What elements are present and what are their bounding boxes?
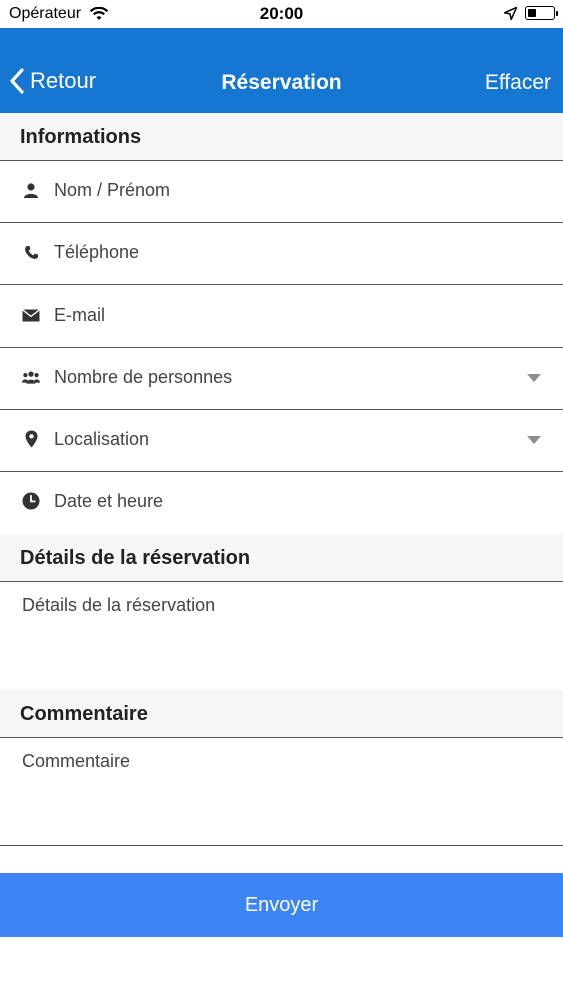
people-select[interactable]: Nombre de personnes [0,348,563,410]
section-title-informations: Informations [20,126,142,148]
comment-textarea[interactable]: Commentaire [0,738,563,846]
caret-down-icon [527,374,541,382]
datetime-placeholder: Date et heure [54,491,164,511]
status-right [504,6,558,20]
datetime-field[interactable]: Date et heure [0,472,563,534]
phone-icon [22,243,40,261]
submit-button[interactable]: Envoyer [0,873,563,937]
battery-fill [528,9,536,17]
group-icon [22,368,40,386]
caret-down-icon [527,436,541,444]
clear-button[interactable]: Effacer [485,71,551,95]
details-placeholder: Détails de la réservation [22,595,216,615]
person-icon [22,181,40,199]
location-arrow-icon [504,6,517,20]
location-placeholder: Localisation [54,429,150,449]
section-title-details: Détails de la réservation [20,547,251,569]
map-pin-icon [22,430,40,448]
nav-bar: Retour Réservation Effacer [0,28,563,113]
name-placeholder: Nom / Prénom [54,180,171,200]
details-textarea[interactable]: Détails de la réservation [0,582,563,690]
people-placeholder: Nombre de personnes [54,367,233,387]
battery-icon [525,6,558,20]
phone-placeholder: Téléphone [54,242,140,262]
envelope-icon [22,306,40,324]
section-details: Détails de la réservation [0,534,563,582]
email-placeholder: E-mail [54,305,106,325]
section-title-commentaire: Commentaire [20,703,148,725]
status-time: 20:00 [259,4,304,23]
section-commentaire: Commentaire [0,690,563,738]
status-bar: Opérateur 20:00 [0,0,563,28]
phone-field[interactable]: Téléphone [0,223,563,285]
clock-icon [22,492,40,510]
page-title: Réservation [221,71,342,94]
email-field[interactable]: E-mail [0,286,563,348]
comment-placeholder: Commentaire [22,751,131,771]
section-informations: Informations [0,113,563,161]
name-field[interactable]: Nom / Prénom [0,161,563,223]
location-select[interactable]: Localisation [0,410,563,472]
